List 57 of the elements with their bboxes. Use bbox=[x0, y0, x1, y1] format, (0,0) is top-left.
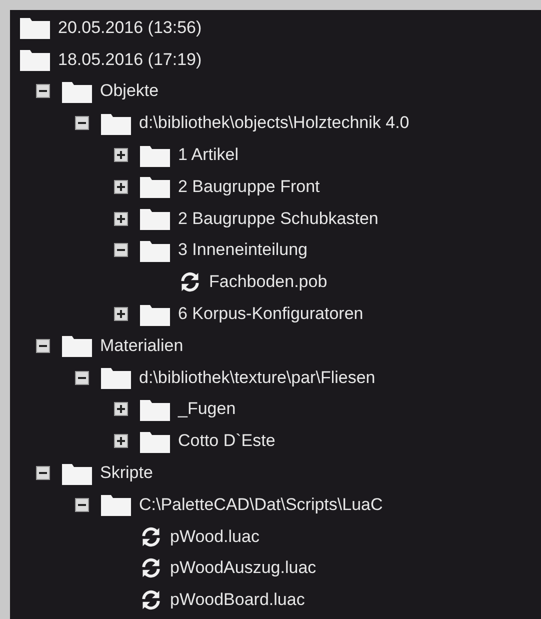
plus-icon bbox=[117, 310, 125, 318]
tree-item-label[interactable]: 2 Baugruppe Schubkasten bbox=[178, 208, 378, 229]
tree-item-label[interactable]: 6 Korpus-Konfiguratoren bbox=[178, 304, 364, 324]
tree-item-label[interactable]: 18.05.2016 (17:19) bbox=[58, 50, 202, 70]
folder-icon bbox=[101, 112, 131, 135]
folder-icon bbox=[140, 238, 170, 262]
plus-icon bbox=[117, 214, 125, 223]
tree-item-label[interactable]: 20.05.2016 (13:56) bbox=[58, 18, 202, 38]
folder-icon bbox=[20, 16, 50, 40]
folder-icon bbox=[62, 462, 92, 485]
refresh-icon bbox=[140, 557, 162, 580]
folder-icon bbox=[140, 175, 170, 198]
tree-item-label[interactable]: d:\bibliothek\texture\par\Fliesen bbox=[139, 368, 376, 388]
expand-toggle[interactable] bbox=[114, 402, 128, 416]
collapse-toggle[interactable] bbox=[75, 116, 89, 130]
tree-item-label[interactable]: Cotto D`Este bbox=[178, 431, 276, 452]
folder-icon bbox=[101, 493, 131, 516]
folder-icon bbox=[140, 207, 170, 230]
plus-icon bbox=[117, 405, 125, 414]
tree-item-label[interactable]: Objekte bbox=[100, 81, 159, 102]
collapse-toggle[interactable] bbox=[75, 498, 89, 512]
expand-toggle[interactable] bbox=[114, 212, 128, 226]
collapse-toggle[interactable] bbox=[36, 466, 50, 480]
tree-item-label[interactable]: pWood.luac bbox=[170, 526, 260, 547]
plus-icon bbox=[117, 437, 125, 446]
folder-icon bbox=[20, 48, 50, 72]
tree-item-label[interactable]: d:\bibliothek\objects\Holztechnik 4.0 bbox=[139, 113, 410, 134]
refresh-icon bbox=[140, 589, 162, 612]
folder-icon bbox=[101, 366, 131, 390]
expand-toggle[interactable] bbox=[114, 148, 128, 162]
tree-item-label[interactable]: Fachboden.pob bbox=[209, 272, 328, 292]
tree-item-label[interactable]: 3 Inneneinteilung bbox=[178, 240, 308, 260]
refresh-icon bbox=[179, 271, 201, 294]
tree-item-label[interactable]: pWoodBoard.luac bbox=[170, 590, 305, 610]
collapse-toggle[interactable] bbox=[75, 370, 89, 385]
tree-item-label[interactable]: pWoodAuszug.luac bbox=[170, 558, 316, 578]
folder-icon bbox=[62, 334, 92, 358]
collapse-toggle[interactable] bbox=[114, 243, 128, 258]
expand-toggle[interactable] bbox=[114, 307, 128, 322]
refresh-icon bbox=[140, 526, 162, 548]
folder-icon bbox=[140, 430, 170, 453]
tree-item-label[interactable]: _Fugen bbox=[178, 399, 236, 420]
folder-icon bbox=[140, 302, 170, 326]
plus-icon bbox=[117, 182, 125, 191]
collapse-toggle[interactable] bbox=[36, 84, 50, 98]
tree-item-label[interactable]: C:\PaletteCAD\Dat\Scripts\LuaC bbox=[139, 494, 383, 515]
folder-icon bbox=[140, 144, 170, 167]
folder-icon bbox=[62, 80, 92, 103]
tree-item-label[interactable]: Materialien bbox=[100, 336, 184, 356]
expand-toggle[interactable] bbox=[114, 180, 128, 194]
tree-item-label[interactable]: 1 Artikel bbox=[178, 145, 238, 166]
plus-icon bbox=[117, 151, 125, 160]
tree-item-label[interactable]: Skripte bbox=[100, 463, 153, 484]
folder-icon bbox=[140, 398, 170, 421]
collapse-toggle[interactable] bbox=[36, 338, 50, 353]
tree-item-label[interactable]: 2 Baugruppe Front bbox=[178, 176, 320, 197]
expand-toggle[interactable] bbox=[114, 434, 128, 448]
